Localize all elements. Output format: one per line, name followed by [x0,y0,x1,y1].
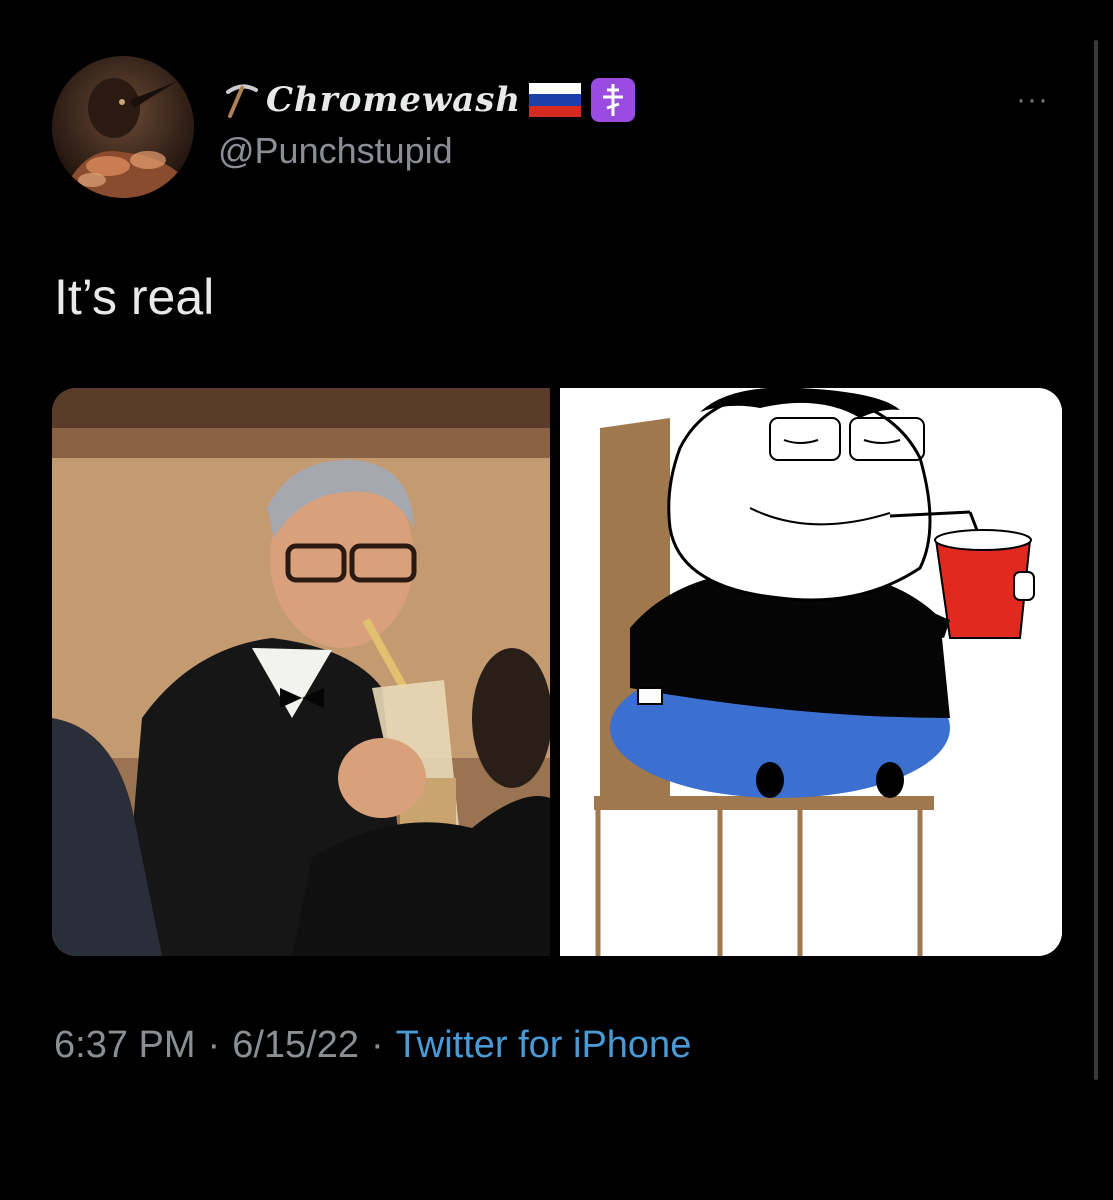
orthodox-cross-icon [591,78,636,122]
tweet-meta: 6:37 PM · 6/15/22 · Twitter for iPhone [54,1024,691,1067]
name-row[interactable]: Chromewash [222,76,636,124]
russia-flag-icon [529,83,582,117]
tweet-date[interactable]: 6/15/22 [232,1024,359,1067]
bird-avatar-icon [52,56,194,198]
more-icon[interactable]: ··· [1016,85,1049,115]
media-cartoon[interactable] [560,388,1062,956]
user-handle[interactable]: @Punchstupid [218,130,453,172]
tweet-media[interactable] [52,388,1062,956]
avatar[interactable] [52,56,194,198]
scrollbar[interactable] [1094,40,1098,1080]
tweet-source-link[interactable]: Twitter for iPhone [396,1024,692,1067]
tweet-time[interactable]: 6:37 PM [54,1024,196,1067]
meta-separator: · [207,1024,221,1066]
media-divider [550,388,560,956]
display-name: Chromewash [266,80,522,120]
meta-separator: · [370,1024,384,1066]
media-photo[interactable] [52,388,550,956]
tweet: Chromewash @Punchstupid ··· It’s real 6:… [0,0,1113,1200]
tweet-text: It’s real [54,269,215,325]
pickaxe-icon [222,80,262,120]
